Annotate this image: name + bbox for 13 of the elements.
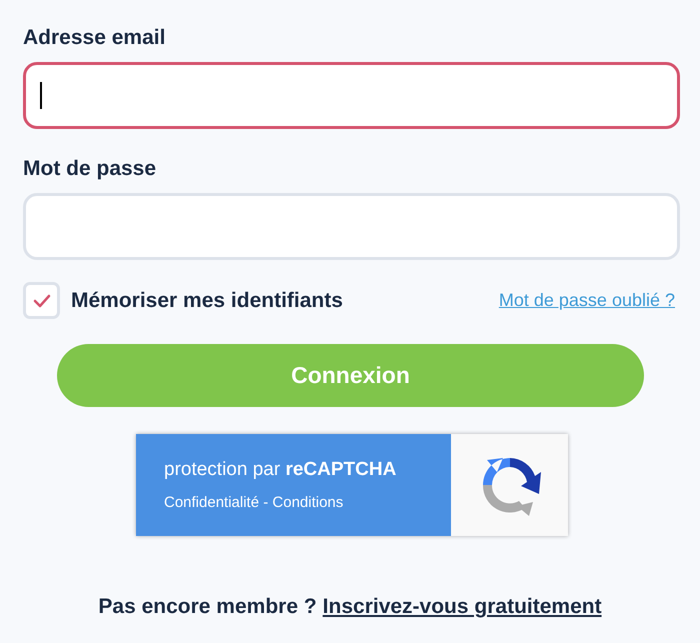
checkmark-icon [32, 294, 50, 308]
checkbox-label: Mémoriser mes identifiants [71, 288, 343, 314]
checkbox[interactable] [23, 282, 60, 319]
recaptcha-title: protection par reCAPTCHA [164, 458, 398, 482]
field-label: Adresse email [23, 25, 166, 51]
input-field[interactable] [23, 62, 680, 129]
login-button[interactable]: Connexion [57, 344, 644, 407]
footer-text: Pas encore membre ? [98, 594, 317, 620]
field-label: Mot de passe [23, 156, 158, 182]
text-cursor [40, 82, 42, 109]
signup-link[interactable]: Inscrivez-vous gratuitement [322, 591, 602, 622]
recaptcha-links[interactable]: Confidentialité - Conditions [164, 492, 451, 514]
forgot-password-link[interactable]: Mot de passe oublié ? [498, 287, 675, 314]
